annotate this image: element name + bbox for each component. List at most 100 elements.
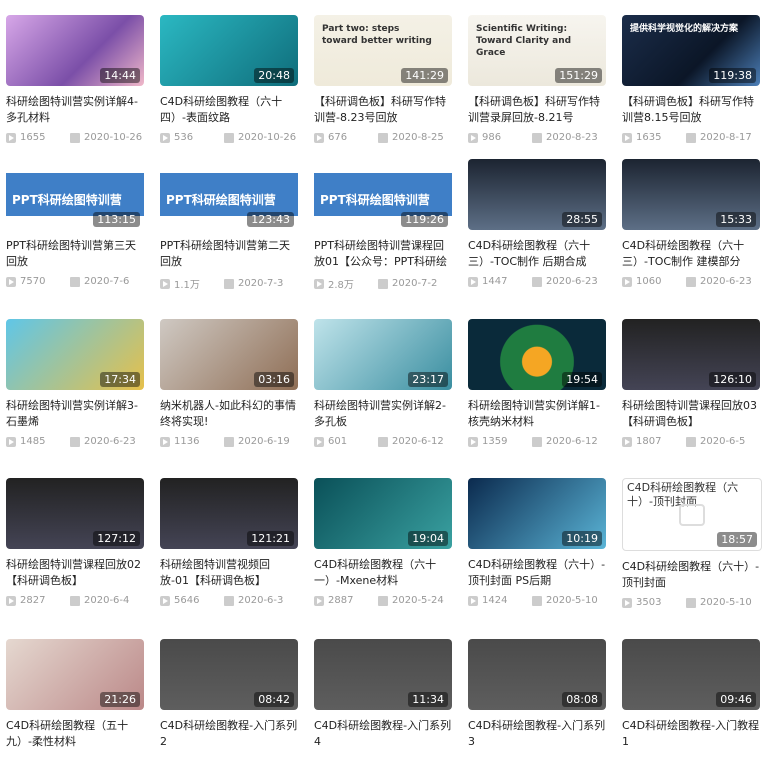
video-title[interactable]: C4D科研绘图教程-入门系列3 — [468, 718, 606, 750]
video-thumbnail[interactable]: 19:04 — [314, 478, 452, 549]
video-card[interactable]: 28:55 C4D科研绘图教程（六十三）-TOC制作 后期合成 1447 2020-6… — [468, 159, 606, 287]
video-card[interactable]: PPT科研绘图特训营 113:15 PPT科研绘图特训营第三天回放 7570 2020-… — [6, 159, 144, 287]
video-thumbnail[interactable]: 121:21 — [160, 478, 298, 549]
upload-date: 2020-7-6 — [84, 276, 130, 287]
video-thumbnail[interactable]: PPT科研绘图特训营 119:26 — [314, 159, 452, 230]
video-thumbnail[interactable]: 21:26 — [6, 639, 144, 710]
video-title[interactable]: 科研绘图特训营实例详解2-多孔板 — [314, 398, 452, 430]
video-thumbnail[interactable]: 19:54 — [468, 319, 606, 390]
video-card[interactable]: 08:08 C4D科研绘图教程-入门系列3 — [468, 639, 606, 750]
video-meta: 1807 2020-6-5 — [622, 436, 760, 447]
video-thumbnail[interactable]: 127:12 — [6, 478, 144, 549]
video-card[interactable]: 11:34 C4D科研绘图教程-入门系列4 — [314, 639, 452, 750]
video-card[interactable]: 23:17 科研绘图特训营实例详解2-多孔板 601 2020-6-12 — [314, 319, 452, 447]
play-count: 536 — [174, 132, 194, 143]
video-card[interactable]: 20:48 C4D科研绘图教程（六十四）-表面纹路 536 2020-10-26 — [160, 15, 298, 143]
video-card[interactable]: 15:33 C4D科研绘图教程（六十三）-TOC制作 建模部分 1060 2020-6… — [622, 159, 760, 287]
calendar-icon — [686, 597, 696, 608]
video-title[interactable]: C4D科研绘图教程（六十三）-TOC制作 建模部分 — [622, 238, 760, 270]
video-title[interactable]: 【科研调色板】科研写作特训营8.15号回放 — [622, 94, 760, 126]
video-title[interactable]: 科研绘图特训营视频回放-01【科研调色板】 — [160, 557, 298, 589]
video-thumbnail[interactable]: 126:10 — [622, 319, 760, 390]
video-duration: 28:55 — [562, 212, 602, 227]
video-thumbnail[interactable]: PPT科研绘图特训营 123:43 — [160, 159, 298, 230]
video-thumbnail[interactable]: 17:34 — [6, 319, 144, 390]
video-card[interactable]: 14:44 科研绘图特训营实例详解4-多孔材料 1655 2020-10-26 — [6, 15, 144, 143]
play-count-icon — [160, 132, 170, 143]
video-title[interactable]: 科研绘图特训营实例详解3-石墨烯 — [6, 398, 144, 430]
video-card[interactable]: 19:54 科研绘图特训营实例详解1-核壳纳米材料 1359 2020-6-12 — [468, 319, 606, 447]
video-title[interactable]: C4D科研绘图教程（六十）-顶刊封面 — [622, 559, 760, 591]
video-card[interactable]: 121:21 科研绘图特训营视频回放-01【科研调色板】 5646 2020-6-3 — [160, 478, 298, 606]
video-card[interactable]: 21:26 C4D科研绘图教程（五十九）-柔性材料 — [6, 639, 144, 750]
video-meta: 1060 2020-6-23 — [622, 276, 760, 287]
video-thumbnail[interactable]: Part two: steps toward better writing 141… — [314, 15, 452, 86]
video-thumbnail[interactable]: 09:46 — [622, 639, 760, 710]
video-title[interactable]: 【科研调色板】科研写作特训营录屏回放-8.21号 — [468, 94, 606, 126]
video-title[interactable]: PPT科研绘图特训营第二天回放 — [160, 238, 298, 270]
video-card[interactable]: 提供科学视觉化的解决方案 119:38 【科研调色板】科研写作特训营8.15号回放 1… — [622, 15, 760, 143]
video-title[interactable]: 科研绘图特训营实例详解1-核壳纳米材料 — [468, 398, 606, 430]
video-card[interactable]: 09:46 C4D科研绘图教程-入门教程1 — [622, 639, 760, 750]
video-title[interactable]: C4D科研绘图教程（六十三）-TOC制作 后期合成 — [468, 238, 606, 270]
video-title[interactable]: 科研绘图特训营课程回放02【科研调色板】 — [6, 557, 144, 589]
calendar-icon — [224, 278, 234, 289]
play-count-icon — [160, 595, 170, 606]
video-title[interactable]: C4D科研绘图教程（五十九）-柔性材料 — [6, 718, 144, 750]
video-card[interactable]: Scientific Writing: Toward Clarity and G… — [468, 15, 606, 143]
video-thumbnail[interactable]: 08:08 — [468, 639, 606, 710]
video-meta: 536 2020-10-26 — [160, 132, 298, 143]
video-card[interactable]: 19:04 C4D科研绘图教程（六十一）-Mxene材料 2887 2020-5-24 — [314, 478, 452, 606]
video-title[interactable]: C4D科研绘图教程-入门教程1 — [622, 718, 760, 750]
video-meta: 1635 2020-8-17 — [622, 132, 760, 143]
calendar-icon — [378, 595, 388, 606]
play-count: 676 — [328, 132, 348, 143]
video-title[interactable]: PPT科研绘图特训营课程回放01【公众号：PPT科研绘图】 — [314, 238, 452, 270]
video-duration: 121:21 — [247, 531, 294, 546]
video-thumbnail[interactable]: 10:19 — [468, 478, 606, 549]
video-card[interactable]: 03:16 纳米机器人-如此科幻的事情终将实现! 1136 2020-6-19 — [160, 319, 298, 447]
video-thumbnail[interactable]: 23:17 — [314, 319, 452, 390]
video-title[interactable]: 【科研调色板】科研写作特训营-8.23号回放 — [314, 94, 452, 126]
video-meta: 5646 2020-6-3 — [160, 595, 298, 606]
video-thumbnail[interactable]: 14:44 — [6, 15, 144, 86]
video-title[interactable]: 科研绘图特训营课程回放03【科研调色板】 — [622, 398, 760, 430]
video-title[interactable]: 纳米机器人-如此科幻的事情终将实现! — [160, 398, 298, 430]
video-title[interactable]: 科研绘图特训营实例详解4-多孔材料 — [6, 94, 144, 126]
video-card[interactable]: 10:19 C4D科研绘图教程（六十）-顶刊封面 PS后期 1424 2020-5-1… — [468, 478, 606, 606]
video-thumbnail[interactable]: PPT科研绘图特训营 113:15 — [6, 159, 144, 230]
video-meta: 7570 2020-7-6 — [6, 276, 144, 287]
video-card[interactable]: 08:42 C4D科研绘图教程-入门系列2 — [160, 639, 298, 750]
video-thumbnail[interactable]: C4D科研绘图教程（六十）-顶刊封面 18:57 — [622, 478, 762, 551]
video-card[interactable]: 126:10 科研绘图特训营课程回放03【科研调色板】 1807 2020-6-5 — [622, 319, 760, 447]
upload-date: 2020-5-10 — [700, 597, 752, 608]
video-duration: 126:10 — [709, 372, 756, 387]
video-card[interactable]: Part two: steps toward better writing 141… — [314, 15, 452, 143]
video-thumbnail[interactable]: 提供科学视觉化的解决方案 119:38 — [622, 15, 760, 86]
video-card[interactable]: C4D科研绘图教程（六十）-顶刊封面 18:57 C4D科研绘图教程（六十）-顶刊封… — [622, 478, 762, 608]
video-thumbnail[interactable]: 08:42 — [160, 639, 298, 710]
video-card[interactable]: 127:12 科研绘图特训营课程回放02【科研调色板】 2827 2020-6-4 — [6, 478, 144, 606]
play-count: 3503 — [636, 597, 662, 608]
video-thumbnail[interactable]: 03:16 — [160, 319, 298, 390]
video-thumbnail[interactable]: Scientific Writing: Toward Clarity and G… — [468, 15, 606, 86]
video-thumbnail[interactable]: 20:48 — [160, 15, 298, 86]
calendar-icon — [70, 132, 80, 143]
video-title[interactable]: C4D科研绘图教程-入门系列4 — [314, 718, 452, 750]
video-thumbnail[interactable]: 11:34 — [314, 639, 452, 710]
video-title[interactable]: C4D科研绘图教程（六十四）-表面纹路 — [160, 94, 298, 126]
video-title[interactable]: C4D科研绘图教程（六十一）-Mxene材料 — [314, 557, 452, 589]
video-thumbnail[interactable]: 28:55 — [468, 159, 606, 230]
play-count: 1635 — [636, 132, 662, 143]
video-card[interactable]: PPT科研绘图特训营 123:43 PPT科研绘图特训营第二天回放 1.1万 2020-… — [160, 159, 298, 291]
video-card[interactable]: 17:34 科研绘图特训营实例详解3-石墨烯 1485 2020-6-23 — [6, 319, 144, 447]
video-thumbnail[interactable]: 15:33 — [622, 159, 760, 230]
calendar-icon — [224, 436, 234, 447]
play-count: 986 — [482, 132, 502, 143]
video-title[interactable]: C4D科研绘图教程（六十）-顶刊封面 PS后期 — [468, 557, 606, 589]
video-meta: 676 2020-8-25 — [314, 132, 452, 143]
video-title[interactable]: C4D科研绘图教程-入门系列2 — [160, 718, 298, 750]
video-card[interactable]: PPT科研绘图特训营 119:26 PPT科研绘图特训营课程回放01【公众号：PPT… — [314, 159, 452, 291]
upload-date: 2020-6-23 — [84, 436, 136, 447]
video-title[interactable]: PPT科研绘图特训营第三天回放 — [6, 238, 144, 270]
